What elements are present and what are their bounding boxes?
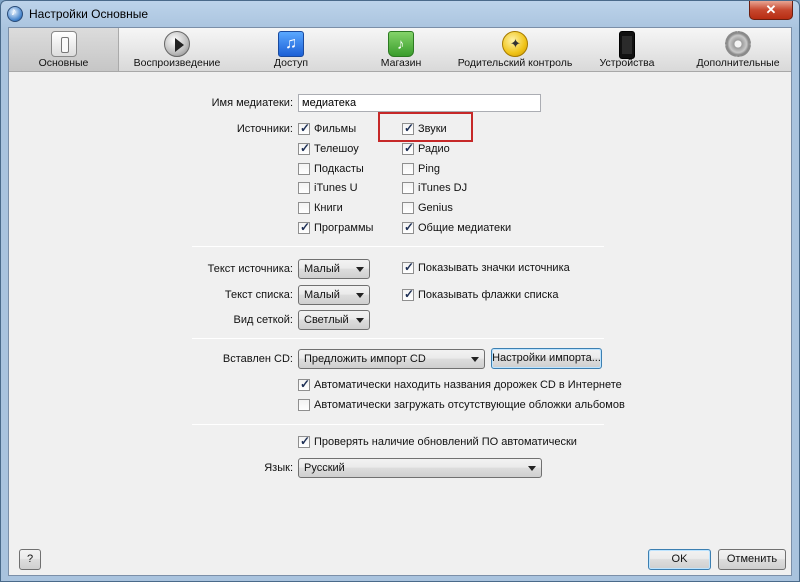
- preferences-window: Настройки Основные ✕ Основные Воспроизве…: [0, 0, 800, 582]
- grid-view-select[interactable]: Светлый: [298, 310, 370, 330]
- tab-general[interactable]: Основные: [9, 28, 119, 71]
- library-name-input[interactable]: [298, 94, 541, 112]
- chevron-down-icon: [356, 267, 364, 272]
- parental-control-icon: [502, 31, 528, 57]
- checkbox-tones-label: Звуки: [418, 123, 447, 135]
- close-button[interactable]: ✕: [749, 1, 793, 20]
- import-settings-button[interactable]: Настройки импорта...: [491, 348, 602, 369]
- window-title: Настройки Основные: [29, 7, 149, 21]
- general-switch-icon: [50, 31, 77, 57]
- checkbox-tones[interactable]: [402, 121, 414, 135]
- cancel-button[interactable]: Отменить: [718, 549, 786, 570]
- cd-inserted-label: Вставлен CD:: [222, 353, 293, 365]
- checkbox-genius[interactable]: [402, 202, 414, 214]
- checkbox-itunes-u-label: iTunes U: [314, 182, 358, 194]
- tab-playback-label: Воспроизведение: [133, 57, 221, 69]
- cd-inserted-select[interactable]: Предложить импорт CD: [298, 349, 485, 369]
- cd-inserted-select-value: Предложить импорт CD: [304, 353, 426, 365]
- checkbox-auto-download-artwork[interactable]: [298, 399, 310, 411]
- checkbox-movies-label: Фильмы: [314, 123, 357, 135]
- checkbox-radio[interactable]: [402, 141, 414, 155]
- sharing-icon: [278, 31, 304, 57]
- checkbox-show-list-checkboxes[interactable]: [402, 287, 414, 301]
- checkbox-podcasts-label: Подкасты: [314, 163, 364, 175]
- grid-view-label: Вид сеткой:: [233, 314, 293, 326]
- chevron-down-icon: [356, 293, 364, 298]
- tab-sharing-label: Доступ: [273, 57, 309, 69]
- dialog-client-area: Основные Воспроизведение Доступ Магазин …: [8, 27, 792, 576]
- separator: [192, 424, 604, 425]
- tab-playback[interactable]: Воспроизведение: [123, 28, 231, 71]
- checkbox-apps[interactable]: [298, 220, 310, 234]
- sources-label: Источники:: [236, 123, 293, 135]
- checkbox-ping[interactable]: [402, 163, 414, 175]
- tab-devices-label: Устройства: [599, 57, 655, 69]
- source-text-select-value: Малый: [304, 263, 340, 275]
- checkbox-check-updates[interactable]: [298, 434, 310, 448]
- checkbox-show-list-checkboxes-label: Показывать флажки списка: [418, 289, 559, 301]
- help-button[interactable]: ?: [19, 549, 41, 570]
- device-phone-icon: [619, 31, 635, 59]
- separator: [192, 338, 604, 339]
- tab-store[interactable]: Магазин: [351, 28, 451, 71]
- checkbox-movies[interactable]: [298, 121, 310, 135]
- tab-devices[interactable]: Устройства: [577, 28, 677, 71]
- play-icon: [164, 31, 190, 57]
- store-bag-icon: [388, 31, 414, 57]
- language-label: Язык:: [264, 462, 293, 474]
- tab-parental-label: Родительский контроль: [457, 57, 573, 69]
- checkbox-ping-label: Ping: [418, 163, 441, 175]
- checkbox-show-source-icons-label: Показывать значки источника: [418, 262, 570, 274]
- language-select-value: Русский: [304, 462, 345, 474]
- grid-view-select-value: Светлый: [304, 314, 349, 326]
- library-name-label: Имя медиатеки:: [211, 97, 293, 109]
- checkbox-auto-find-track-names-label: Автоматически находить названия дорожек …: [314, 379, 622, 391]
- checkbox-auto-download-artwork-label: Автоматически загружать отсутствующие об…: [314, 399, 625, 411]
- checkbox-tv-shows-label: Телешоу: [314, 143, 359, 155]
- chevron-down-icon: [528, 466, 536, 471]
- chevron-down-icon: [356, 318, 364, 323]
- tab-advanced-label: Дополнительные: [696, 57, 780, 69]
- checkbox-auto-find-track-names[interactable]: [298, 377, 310, 391]
- checkbox-shared-libraries-label: Общие медиатеки: [418, 222, 512, 234]
- gear-icon: [725, 31, 751, 57]
- language-select[interactable]: Русский: [298, 458, 542, 478]
- checkbox-itunes-dj[interactable]: [402, 182, 414, 194]
- checkbox-radio-label: Радио: [418, 143, 450, 155]
- separator: [192, 246, 604, 247]
- checkbox-apps-label: Программы: [314, 222, 374, 234]
- source-text-label: Текст источника:: [207, 263, 293, 275]
- checkbox-itunes-u[interactable]: [298, 182, 310, 194]
- checkbox-genius-label: Genius: [418, 202, 453, 214]
- preferences-toolbar: Основные Воспроизведение Доступ Магазин …: [9, 28, 791, 72]
- list-text-select-value: Малый: [304, 289, 340, 301]
- checkbox-show-source-icons[interactable]: [402, 260, 414, 274]
- checkbox-shared-libraries[interactable]: [402, 220, 414, 234]
- checkbox-itunes-dj-label: iTunes DJ: [418, 182, 468, 194]
- itunes-app-icon: [7, 6, 23, 22]
- checkbox-check-updates-label: Проверять наличие обновлений ПО автомати…: [314, 436, 577, 448]
- tab-advanced[interactable]: Дополнительные: [685, 28, 791, 71]
- list-text-label: Текст списка:: [224, 289, 293, 301]
- tab-general-label: Основные: [38, 57, 89, 69]
- tab-store-label: Магазин: [380, 57, 422, 69]
- title-bar[interactable]: Настройки Основные ✕: [1, 1, 799, 27]
- checkbox-books-label: Книги: [314, 202, 343, 214]
- list-text-select[interactable]: Малый: [298, 285, 370, 305]
- checkbox-books[interactable]: [298, 202, 310, 214]
- checkbox-podcasts[interactable]: [298, 163, 310, 175]
- tab-parental[interactable]: Родительский контроль: [455, 28, 575, 71]
- ok-button[interactable]: OK: [648, 549, 711, 570]
- chevron-down-icon: [471, 357, 479, 362]
- tab-sharing[interactable]: Доступ: [241, 28, 341, 71]
- checkbox-tv-shows[interactable]: [298, 141, 310, 155]
- source-text-select[interactable]: Малый: [298, 259, 370, 279]
